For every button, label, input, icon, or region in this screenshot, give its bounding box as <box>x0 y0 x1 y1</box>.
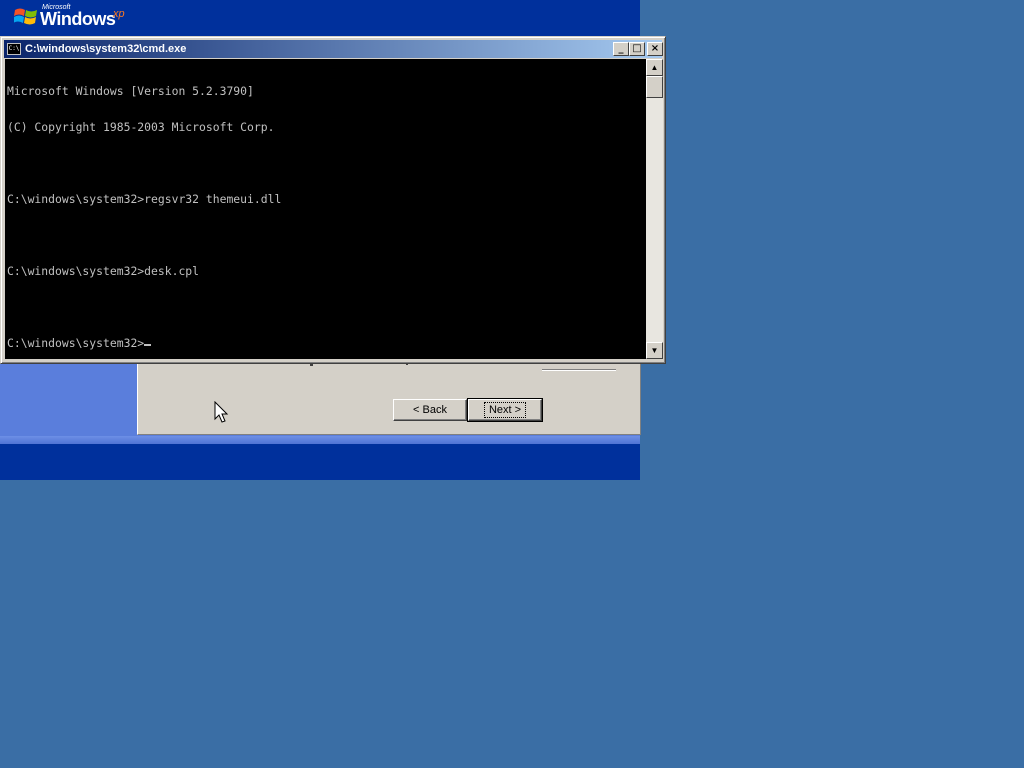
mouse-pointer-icon <box>214 401 229 423</box>
cmd-app-icon[interactable]: C:\ <box>7 43 21 55</box>
vertical-scrollbar[interactable]: ▲ ▼ <box>646 59 663 359</box>
console-prompt: C:\windows\system32> <box>7 336 145 350</box>
console-line: C:\windows\system32>regsvr32 themeui.dll <box>7 192 282 206</box>
logo-product: Windows <box>40 9 116 29</box>
close-button[interactable]: × <box>647 42 663 56</box>
setup-top-band: Microsoft Windows xp <box>0 0 640 36</box>
window-title: C:\windows\system32\cmd.exe <box>25 43 187 55</box>
maximize-button[interactable]: □ <box>629 42 645 56</box>
scroll-up-button[interactable]: ▲ <box>646 59 663 76</box>
scroll-down-button[interactable]: ▼ <box>646 342 663 359</box>
next-button-label: Next > <box>483 402 527 418</box>
text-cursor <box>144 344 152 346</box>
setup-divider <box>0 436 640 444</box>
logo-edition: xp <box>113 8 125 20</box>
next-button[interactable]: Next > <box>467 398 543 422</box>
console-line: (C) Copyright 1985-2003 Microsoft Corp. <box>7 120 275 134</box>
windows-flag-icon <box>14 8 37 25</box>
console-prompt-line[interactable]: C:\windows\system32> <box>7 337 646 349</box>
cmd-window[interactable]: C:\ C:\windows\system32\cmd.exe _ □ × Mi… <box>0 36 666 364</box>
minimize-button[interactable]: _ <box>613 42 629 56</box>
wizard-separator <box>542 369 616 371</box>
back-button-label: < Back <box>413 404 447 416</box>
console-line: C:\windows\system32>desk.cpl <box>7 264 200 278</box>
console-output[interactable]: Microsoft Windows [Version 5.2.3790] (C)… <box>5 59 646 359</box>
back-button[interactable]: < Back <box>393 399 467 421</box>
scroll-thumb[interactable] <box>646 76 663 98</box>
setup-bottom-band <box>0 444 640 480</box>
console-line: Microsoft Windows [Version 5.2.3790] <box>7 84 254 98</box>
cmd-titlebar[interactable]: C:\ C:\windows\system32\cmd.exe _ □ × <box>4 40 663 58</box>
